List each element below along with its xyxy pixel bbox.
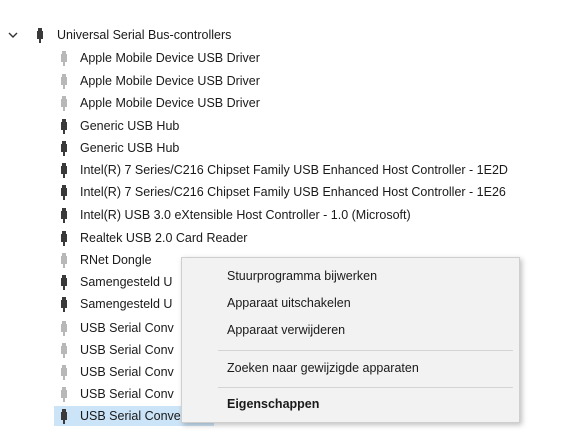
device-label: Intel(R) 7 Series/C216 Chipset Family US… [80,185,506,199]
context-menu: Stuurprogramma bijwerken Apparaat uitsch… [181,257,520,423]
device-label: Apple Mobile Device USB Driver [80,74,260,88]
menu-separator [218,387,513,388]
device-row[interactable]: Realtek USB 2.0 Card Reader [0,228,571,248]
usb-icon [61,409,67,424]
device-label: RNet Dongle [80,253,152,267]
device-label: Samengesteld U [80,297,173,311]
device-label: Apple Mobile Device USB Driver [80,51,260,65]
usb-icon-disabled [61,365,67,380]
usb-icon [37,28,43,43]
menu-item-label: Stuurprogramma bijwerken [227,269,378,283]
menu-item-uninstall-device[interactable]: Apparaat verwijderen [182,318,519,342]
usb-icon-disabled [61,51,67,66]
device-label: USB Serial Conv [80,365,174,379]
device-tree: Universal Serial Bus-controllers Apple M… [0,0,571,446]
menu-item-properties[interactable]: Eigenschappen [182,392,519,416]
device-row[interactable]: Intel(R) 7 Series/C216 Chipset Family US… [0,182,571,202]
device-label: Intel(R) 7 Series/C216 Chipset Family US… [80,163,508,177]
device-row[interactable]: Intel(R) 7 Series/C216 Chipset Family US… [0,160,571,180]
usb-icon-disabled [61,343,67,358]
usb-icon-disabled [61,253,67,268]
menu-item-disable-device[interactable]: Apparaat uitschakelen [182,291,519,315]
chevron-down-icon[interactable] [7,25,19,45]
usb-icon [61,141,67,156]
menu-item-update-driver[interactable]: Stuurprogramma bijwerken [182,264,519,288]
device-label: Samengesteld U [80,275,173,289]
device-label: Intel(R) USB 3.0 eXtensible Host Control… [80,208,411,222]
category-row-usb-controllers[interactable]: Universal Serial Bus-controllers [0,25,571,45]
device-label: Apple Mobile Device USB Driver [80,96,260,110]
menu-item-scan-hardware[interactable]: Zoeken naar gewijzigde apparaten [182,356,519,380]
usb-icon [61,231,67,246]
usb-icon [61,163,67,178]
menu-item-label: Apparaat verwijderen [227,323,346,337]
usb-icon [61,208,67,223]
device-label: USB Serial Conv [80,387,174,401]
menu-separator [218,350,513,351]
device-label: Generic USB Hub [80,119,180,133]
device-label: Generic USB Hub [80,141,180,155]
menu-item-label: Zoeken naar gewijzigde apparaten [227,361,419,375]
device-row[interactable]: Intel(R) USB 3.0 eXtensible Host Control… [0,205,571,225]
usb-icon-disabled [61,96,67,111]
category-label: Universal Serial Bus-controllers [57,28,232,42]
device-label: USB Serial Conv [80,321,174,335]
device-row[interactable]: Apple Mobile Device USB Driver [0,48,571,68]
device-row[interactable]: Generic USB Hub [0,116,571,136]
usb-icon-disabled [61,321,67,336]
menu-item-label: Eigenschappen [227,397,320,411]
device-row[interactable]: Apple Mobile Device USB Driver [0,71,571,91]
device-label: Realtek USB 2.0 Card Reader [80,231,248,245]
usb-icon-disabled [61,387,67,402]
device-label: USB Serial Conv [80,343,174,357]
usb-icon-disabled [61,74,67,89]
device-row[interactable]: Apple Mobile Device USB Driver [0,93,571,113]
usb-icon [61,185,67,200]
usb-icon [61,275,67,290]
usb-icon [61,119,67,134]
device-row[interactable]: Generic USB Hub [0,138,571,158]
usb-icon [61,297,67,312]
menu-item-label: Apparaat uitschakelen [227,296,351,310]
